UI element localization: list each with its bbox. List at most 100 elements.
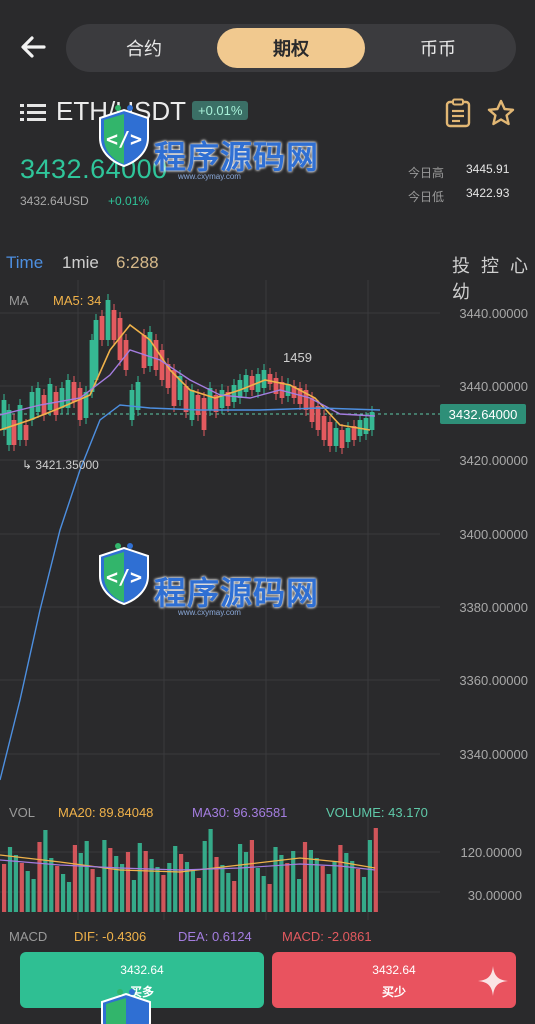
- volume-bar: [220, 865, 225, 912]
- price-tick-label: 3360.00000: [459, 673, 528, 688]
- watermark: [96, 988, 296, 1024]
- volume-bar: [326, 874, 331, 912]
- buy-short-button[interactable]: 3432.64 买少: [272, 952, 516, 1008]
- low-annotation: ↳ 3421.35000: [22, 458, 99, 472]
- price-tick-label: 3400.00000: [459, 527, 528, 542]
- volume-bar: [367, 840, 372, 912]
- volume-bar: [120, 864, 125, 912]
- back-arrow-icon[interactable]: [18, 30, 52, 64]
- ma20-label: MA20: 89.84048: [58, 805, 154, 820]
- volume-bar: [332, 862, 337, 912]
- candle-body: [93, 320, 99, 380]
- high-label: 今日高: [408, 166, 445, 180]
- candle-body: [147, 332, 153, 366]
- candle-body: [189, 390, 195, 420]
- candlestick-chart[interactable]: 3440.00000 3440.00000 3420.00000 3400.00000…: [0, 280, 535, 952]
- volume-bar: [125, 852, 131, 912]
- candle-body: [201, 398, 207, 430]
- volume-bar: [25, 871, 30, 912]
- low-value: 3422.93: [466, 186, 510, 200]
- volume-bar: [90, 869, 95, 912]
- volume-bar: [249, 840, 254, 912]
- price-change: +0.01%: [108, 194, 150, 208]
- candle-body: [23, 425, 29, 440]
- candle-body: [249, 376, 255, 390]
- volume-bar: [114, 856, 119, 912]
- volume-bar: [243, 852, 249, 912]
- tab-options[interactable]: 期权: [217, 28, 365, 68]
- price-tick-label: 3420.00000: [459, 453, 528, 468]
- volume-bar: [196, 878, 201, 912]
- volume-bar: [61, 874, 66, 912]
- candle-body: [345, 428, 351, 442]
- volume-bar: [66, 882, 72, 912]
- volume-bar: [255, 868, 260, 912]
- high-value: 3445.91: [466, 162, 510, 176]
- dif-label: DIF: -0.4306: [74, 929, 147, 944]
- macd-value-label: MACD: -2.0861: [282, 929, 372, 944]
- volume-bar: [108, 848, 113, 912]
- volume-bar: [131, 880, 136, 912]
- ma5-label: MA5: 34: [53, 293, 102, 308]
- volume-tick-label: 120.00000: [461, 845, 522, 860]
- candle-body: [231, 385, 237, 402]
- low-label: 今日低: [408, 190, 445, 204]
- volume-bar: [155, 867, 160, 912]
- candle-body: [105, 300, 111, 340]
- volume-bar: [143, 851, 148, 912]
- volume-bar: [356, 869, 361, 912]
- candle-body: [141, 335, 147, 368]
- pair-name[interactable]: ETH/USDT: [56, 96, 186, 127]
- volume-tick-label: 30.00000: [468, 888, 522, 903]
- volume-bar: [49, 858, 54, 912]
- candle-body: [219, 390, 225, 408]
- tab-interval[interactable]: 1mie: [62, 253, 99, 273]
- tab-contract[interactable]: 合约: [70, 28, 218, 68]
- price-tick-label: 3440.00000: [459, 306, 528, 321]
- candle-body: [327, 422, 333, 446]
- volume-bar: [96, 877, 101, 912]
- change-badge: +0.01%: [192, 101, 249, 120]
- high-annotation: 1459: [283, 350, 312, 365]
- tab-spot[interactable]: 币币: [364, 28, 512, 68]
- volume-bar: [320, 866, 325, 912]
- document-icon[interactable]: [444, 98, 472, 128]
- candle-body: [47, 384, 53, 410]
- candle-body: [99, 316, 105, 340]
- tab-time[interactable]: Time: [6, 253, 43, 273]
- market-type-tabs: 合约 期权 币币: [66, 24, 516, 72]
- candle-body: [59, 388, 65, 408]
- candle-body: [183, 386, 189, 412]
- volume-bar: [31, 879, 36, 912]
- volume-bar: [173, 846, 178, 912]
- sparkle-icon: [478, 966, 508, 996]
- svg-text:</>: </>: [106, 127, 142, 151]
- volume-bar: [344, 853, 349, 912]
- candle-body: [11, 420, 17, 445]
- ma30-label: MA30: 96.36581: [192, 805, 288, 820]
- watermark-url: www.cxymay.com: [178, 172, 241, 181]
- buy-price: 3432.64: [120, 963, 164, 977]
- menu-list-icon[interactable]: [20, 102, 46, 124]
- dea-label: DEA: 0.6124: [178, 929, 252, 944]
- volume-bar: [161, 875, 166, 912]
- volume-label: VOLUME: 43.170: [326, 805, 428, 820]
- volume-bar: [37, 842, 42, 912]
- volume-bar: [291, 851, 296, 912]
- volume-bar: [273, 847, 278, 912]
- price-tick-label: 3380.00000: [459, 600, 528, 615]
- volume-bar: [19, 863, 24, 912]
- volume-bar: [179, 854, 184, 912]
- current-price-label: 3432.64000: [449, 407, 518, 422]
- candle-body: [321, 416, 327, 440]
- volume-bar: [102, 840, 107, 912]
- timeframe-clock[interactable]: 6:288: [116, 253, 159, 273]
- candle-body: [369, 412, 375, 430]
- volume-bar: [338, 845, 343, 912]
- volume-bar: [226, 873, 231, 912]
- candle-body: [333, 428, 339, 446]
- candle-body: [243, 375, 249, 392]
- candle-body: [77, 388, 83, 420]
- favorite-star-icon[interactable]: [486, 98, 516, 128]
- volume-bar: [84, 841, 89, 912]
